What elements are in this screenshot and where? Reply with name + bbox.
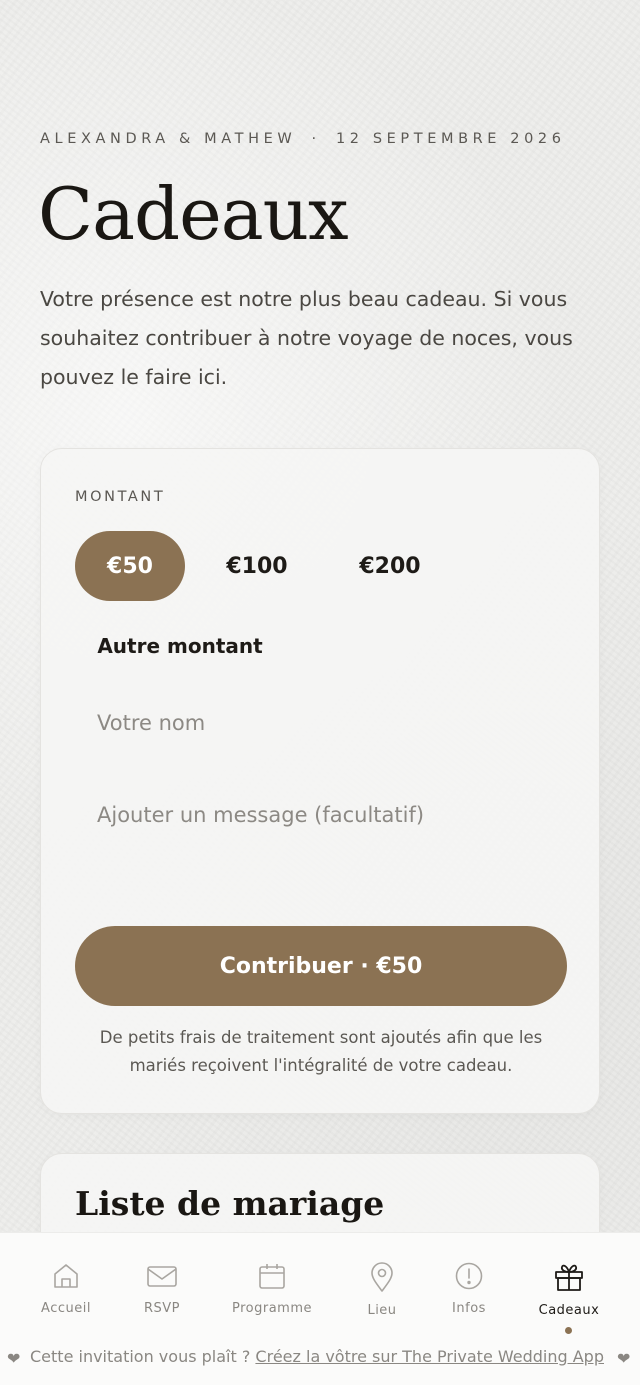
- event-meta: ALEXANDRA & MATHEW · 12 SEPTEMBRE 2026: [40, 131, 566, 147]
- nav-label-accueil: Accueil: [41, 1301, 91, 1316]
- nav-item-accueil[interactable]: Accueil: [14, 1261, 118, 1316]
- nav-label-cadeaux: Cadeaux: [538, 1303, 600, 1318]
- location-pin-icon: [371, 1262, 393, 1292]
- heart-icon: ❤: [7, 1349, 21, 1368]
- promo-text: Cette invitation vous plaît ? Créez la v…: [30, 1347, 604, 1366]
- heart-icon: ❤: [617, 1349, 631, 1368]
- fee-note: De petits frais de traitement sont ajout…: [99, 1028, 543, 1075]
- gift-contribution-card: MONTANT €50 €100 €200 Autre montant Cont…: [40, 448, 600, 1114]
- registry-title: Liste de mariage: [75, 1184, 385, 1223]
- message-input[interactable]: [75, 789, 567, 853]
- intro-text: Votre présence est notre plus beau cadea…: [40, 287, 573, 389]
- amount-label: MONTANT: [75, 489, 166, 505]
- event-date: 12 SEPTEMBRE 2026: [335, 131, 566, 147]
- promo-question: Cette invitation vous plaît ?: [30, 1347, 251, 1366]
- mail-icon: [147, 1266, 177, 1287]
- home-icon: [54, 1264, 78, 1288]
- nav-item-rsvp[interactable]: RSVP: [110, 1261, 214, 1316]
- bottom-navigation: Accueil RSVP Programme Lieu Infos Cadeau…: [0, 1232, 640, 1342]
- footer-promo: ❤ Cette invitation vous plaît ? Créez la…: [0, 1342, 640, 1385]
- couple-names: ALEXANDRA & MATHEW: [40, 131, 297, 147]
- meta-separator: ·: [311, 131, 321, 147]
- page-title: Cadeaux: [38, 172, 349, 256]
- nav-label-infos: Infos: [452, 1301, 486, 1316]
- amount-option-50[interactable]: €50: [75, 531, 185, 601]
- contribute-button[interactable]: Contribuer · €50: [75, 926, 567, 1006]
- nav-item-programme[interactable]: Programme: [220, 1261, 324, 1316]
- nav-item-cadeaux[interactable]: Cadeaux: [517, 1261, 621, 1318]
- nav-label-programme: Programme: [231, 1301, 312, 1316]
- nav-label-rsvp: RSVP: [143, 1301, 181, 1316]
- amount-option-200[interactable]: €200: [331, 531, 449, 601]
- calendar-icon: [259, 1264, 285, 1289]
- info-alert-icon: [455, 1262, 483, 1290]
- name-input[interactable]: [75, 693, 567, 753]
- active-tab-indicator: [565, 1327, 572, 1334]
- gift-icon: [555, 1264, 583, 1291]
- nav-item-infos[interactable]: Infos: [417, 1261, 521, 1316]
- other-amount-button[interactable]: Autre montant: [75, 611, 285, 681]
- promo-link[interactable]: Créez la vôtre sur The Private Wedding A…: [255, 1347, 604, 1366]
- amount-option-100[interactable]: €100: [201, 531, 313, 601]
